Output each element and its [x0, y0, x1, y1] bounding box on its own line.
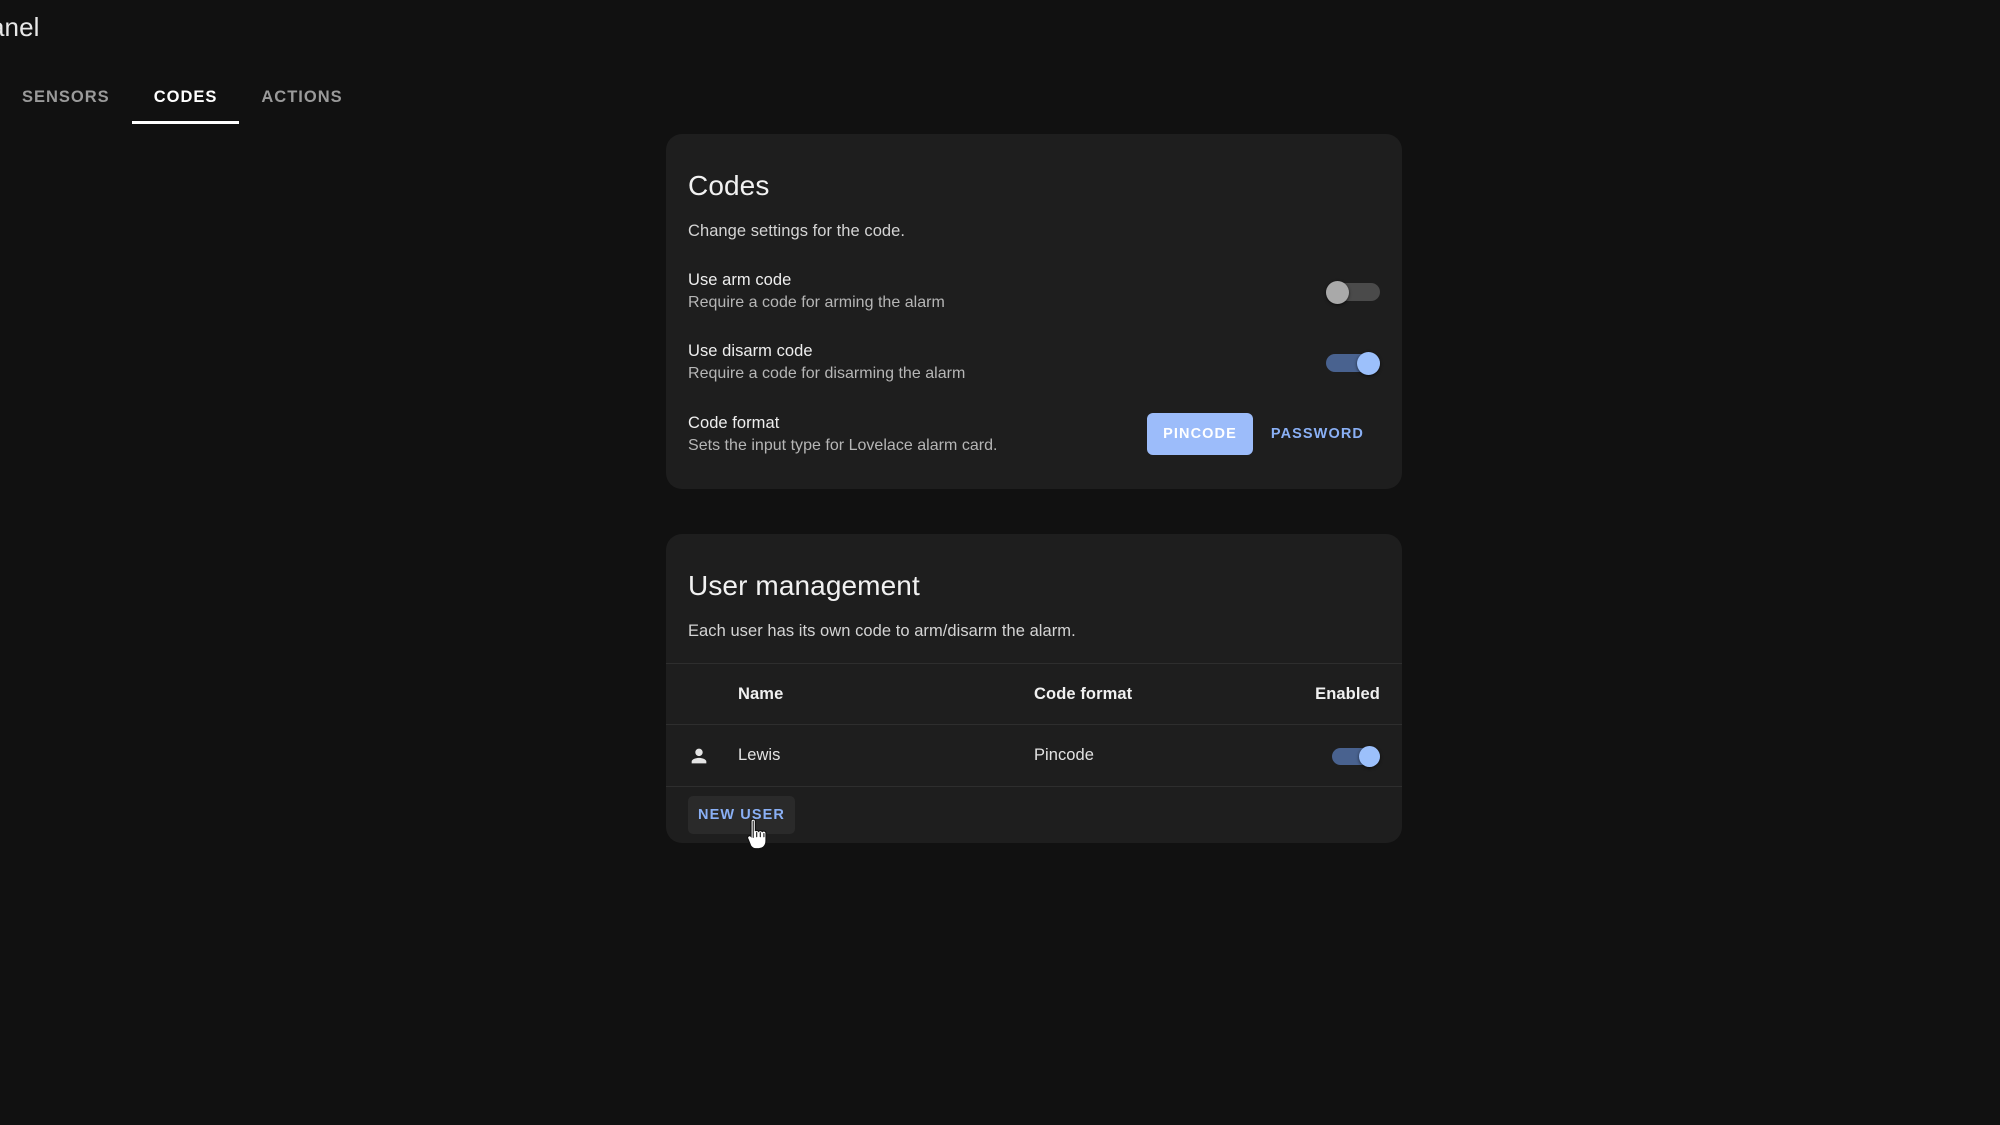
- codes-card-title: Codes: [688, 170, 770, 201]
- users-table-header: Name Code format Enabled: [666, 663, 1402, 725]
- column-header-name: Name: [738, 684, 784, 703]
- row-user-enabled-toggle[interactable]: [1332, 745, 1380, 767]
- setting-row-use-disarm-code: Use disarm code Require a code for disar…: [688, 334, 1380, 391]
- use-disarm-code-toggle[interactable]: [1326, 351, 1380, 375]
- code-format-description: Sets the input type for Lovelace alarm c…: [688, 436, 998, 454]
- use-disarm-code-label: Use disarm code: [688, 342, 813, 360]
- use-disarm-code-description: Require a code for disarming the alarm: [688, 365, 966, 382]
- use-arm-code-description: Require a code for arming the alarm: [688, 294, 945, 311]
- table-row[interactable]: Lewis Pincode: [666, 725, 1402, 787]
- toggle-thumb: [1359, 745, 1380, 767]
- page-title: anel: [0, 12, 40, 42]
- use-disarm-code-texts: Use disarm code Require a code for disar…: [688, 342, 965, 383]
- column-header-code-format: Code format: [1034, 684, 1133, 703]
- code-format-segmented-control: PINCODE PASSWORD: [1147, 413, 1380, 455]
- row-user-code-format: Pincode: [1034, 746, 1094, 764]
- codes-card-subtitle: Change settings for the code.: [688, 222, 906, 240]
- code-format-password-button[interactable]: PASSWORD: [1255, 413, 1380, 455]
- code-format-texts: Code format Sets the input type for Love…: [688, 414, 998, 455]
- user-management-actions: NEW USER: [666, 787, 1402, 843]
- tab-bar: SENSORS CODES ACTIONS: [0, 76, 365, 124]
- tab-actions[interactable]: ACTIONS: [239, 76, 364, 118]
- setting-row-code-format: Code format Sets the input type for Love…: [688, 405, 1380, 463]
- tab-actions-label: ACTIONS: [261, 87, 343, 106]
- row-user-name: Lewis: [738, 746, 781, 764]
- use-arm-code-toggle[interactable]: [1326, 280, 1380, 304]
- use-arm-code-texts: Use arm code Require a code for arming t…: [688, 271, 945, 312]
- code-format-label: Code format: [688, 413, 780, 432]
- person-icon: [691, 748, 707, 763]
- app-root: anel SENSORS CODES ACTIONS Codes Change …: [0, 0, 2000, 1125]
- tab-sensors-label: SENSORS: [22, 87, 110, 106]
- row-user-avatar: [688, 745, 738, 767]
- tab-codes-label: CODES: [153, 87, 218, 106]
- user-management-title: User management: [688, 570, 920, 601]
- use-arm-code-label: Use arm code: [688, 271, 792, 289]
- users-table: Name Code format Enabled Lewis Pincode: [666, 663, 1402, 787]
- setting-row-use-arm-code: Use arm code Require a code for arming t…: [688, 263, 1380, 320]
- toggle-thumb: [1326, 280, 1349, 304]
- tab-sensors[interactable]: SENSORS: [0, 76, 132, 118]
- codes-card: Codes Change settings for the code. Use …: [666, 134, 1402, 489]
- tab-codes[interactable]: CODES: [131, 76, 240, 124]
- user-management-subtitle: Each user has its own code to arm/disarm…: [688, 622, 1076, 640]
- row-user-enabled-cell: [1284, 745, 1380, 767]
- column-header-enabled: Enabled: [1315, 684, 1380, 703]
- toggle-thumb: [1357, 351, 1380, 375]
- user-management-card: User management Each user has its own co…: [666, 534, 1402, 843]
- code-format-pincode-button[interactable]: PINCODE: [1147, 413, 1253, 455]
- codes-settings-block: Use arm code Require a code for arming t…: [666, 241, 1402, 489]
- new-user-button[interactable]: NEW USER: [688, 796, 795, 834]
